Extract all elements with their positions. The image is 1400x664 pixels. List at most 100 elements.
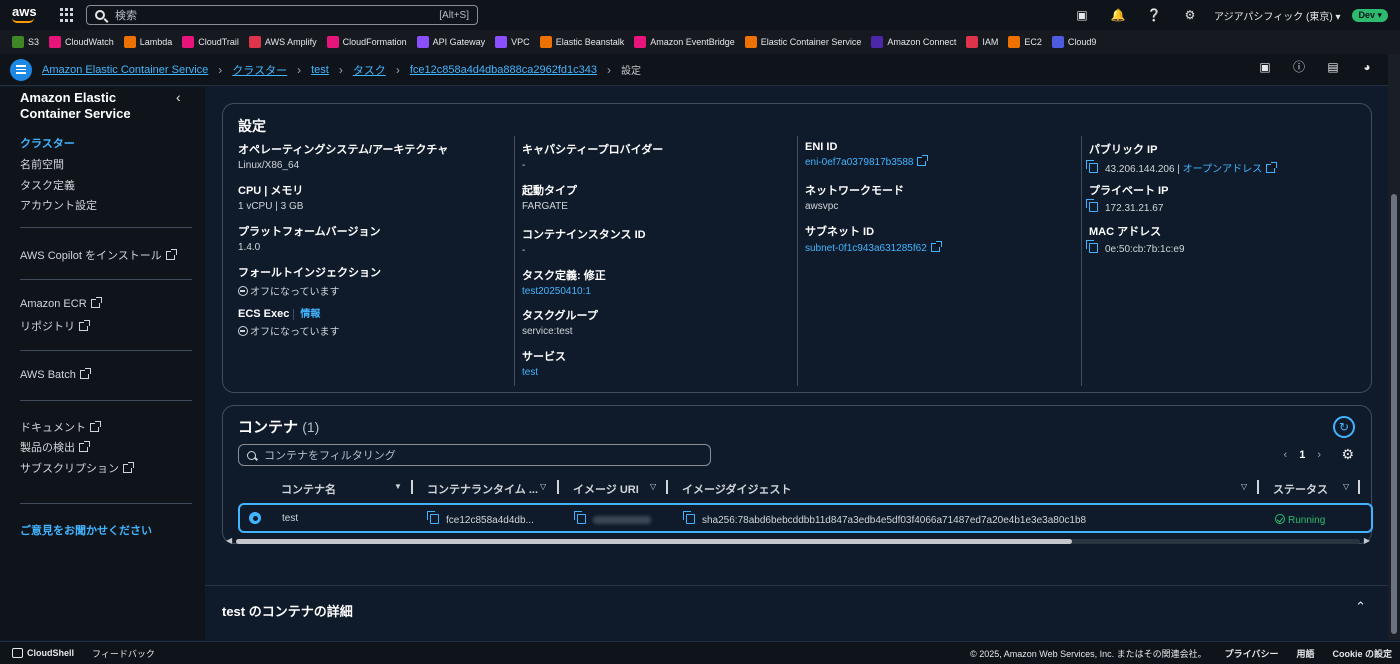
sidebar-item-clusters[interactable]: クラスター	[20, 135, 75, 151]
cookie-settings-link[interactable]: Cookie の設定	[1332, 647, 1392, 660]
close-sidebar-icon[interactable]: ‹	[176, 89, 181, 105]
column-header-status[interactable]: ステータス ▽	[1273, 481, 1349, 497]
container-details-panel[interactable]: test のコンテナの詳細 ⌃	[205, 585, 1388, 640]
favorite-aws-amplify[interactable]: AWS Amplify	[248, 36, 317, 48]
service-link[interactable]: test	[522, 367, 566, 378]
breadcrumb-ecs[interactable]: Amazon Elastic Container Service	[42, 64, 208, 76]
favorite-vpc[interactable]: VPC	[495, 36, 530, 48]
favorite-amazon-eventbridge[interactable]: Amazon EventBridge	[634, 36, 735, 48]
aws-logo[interactable]: aws	[12, 5, 38, 23]
breadcrumb: Amazon Elastic Container Service › クラスター…	[42, 62, 641, 78]
eni-link[interactable]: eni-0ef7a0379817b3588	[805, 157, 913, 168]
page-scroll-thumb[interactable]	[1391, 194, 1397, 634]
favorite-lambda[interactable]: Lambda	[123, 36, 172, 48]
task-definition-link[interactable]: test20250410:1	[522, 286, 606, 297]
history-icon[interactable]: ◕	[1360, 60, 1374, 74]
favorite-ec2[interactable]: EC2	[1008, 36, 1042, 48]
favorite-cloud9[interactable]: Cloud9	[1051, 36, 1096, 48]
favorite-elastic-container-service[interactable]: Elastic Container Service	[744, 36, 861, 48]
column-header-runtime[interactable]: コンテナランタイム ... ▽	[427, 481, 546, 497]
terms-link[interactable]: 用語	[1296, 647, 1314, 660]
sidebar-item-ecr[interactable]: Amazon ECR	[20, 297, 102, 310]
favorite-api-gateway[interactable]: API Gateway	[416, 36, 485, 48]
open-address-link[interactable]: オープンアドレス	[1183, 164, 1262, 175]
column-divider[interactable]	[1358, 480, 1360, 494]
copy-icon[interactable]	[574, 511, 586, 524]
scroll-left-icon[interactable]: ◀	[226, 536, 232, 545]
scroll-right-icon[interactable]: ▶	[1364, 536, 1370, 545]
copy-icon[interactable]	[1086, 160, 1098, 173]
horizontal-scrollbar[interactable]: ◀ ▶	[226, 536, 1370, 545]
breadcrumb-cluster-test[interactable]: test	[311, 64, 329, 76]
favorites-bar: S3 CloudWatch Lambda CloudTrail AWS Amplify C…	[0, 30, 1400, 54]
row-select-radio[interactable]	[249, 512, 261, 524]
notifications-bell-icon[interactable]: 🔔	[1100, 8, 1136, 22]
copy-icon[interactable]	[1086, 199, 1098, 212]
service-icon	[1008, 36, 1021, 48]
side-nav-toggle-button[interactable]	[10, 58, 32, 81]
copy-icon[interactable]	[683, 511, 695, 524]
account-menu[interactable]: Dev ▾	[1352, 8, 1388, 22]
sidebar-item-discover-products[interactable]: 製品の検出	[20, 439, 90, 455]
favorite-label: AWS Amplify	[264, 37, 317, 47]
column-divider[interactable]	[411, 480, 413, 494]
sidebar-item-repositories[interactable]: リポジトリ	[20, 318, 90, 334]
external-link-icon	[79, 368, 91, 379]
services-menu-icon[interactable]	[60, 8, 74, 22]
favorite-cloudformation[interactable]: CloudFormation	[326, 36, 407, 48]
footer-feedback-link[interactable]: フィードバック	[92, 647, 155, 660]
help-icon[interactable]: ❔	[1136, 8, 1172, 22]
sidebar-item-subscriptions[interactable]: サブスクリプション	[20, 460, 134, 476]
column-header-image-digest[interactable]: イメージダイジェスト	[682, 481, 792, 497]
copy-icon[interactable]	[1086, 240, 1098, 253]
region-selector[interactable]: アジアパシフィック (東京) ▾	[1214, 8, 1340, 23]
panel-icon[interactable]: ▣	[1258, 60, 1272, 74]
copy-icon[interactable]	[427, 511, 439, 524]
cloudshell-button[interactable]: CloudShell	[12, 648, 74, 658]
eni-label: ENI ID	[805, 141, 838, 153]
favorite-amazon-connect[interactable]: Amazon Connect	[871, 36, 956, 48]
favorite-cloudwatch[interactable]: CloudWatch	[49, 36, 114, 48]
scroll-thumb[interactable]	[236, 539, 1072, 544]
next-page-icon[interactable]: ›	[1317, 449, 1321, 461]
table-row[interactable]: test fce12c858a4d4db... sha256:78abd6beb…	[238, 503, 1373, 533]
page-scrollbar[interactable]	[1388, 54, 1400, 640]
subnet-link[interactable]: subnet-0f1c943a631285f62	[805, 243, 927, 254]
favorite-s3[interactable]: S3	[12, 36, 39, 48]
settings-gear-icon[interactable]: ⚙	[1172, 8, 1208, 22]
privacy-link[interactable]: プライバシー	[1225, 647, 1279, 660]
favorite-elastic-beanstalk[interactable]: Elastic Beanstalk	[539, 36, 624, 48]
ecs-exec-info-link[interactable]: 情報	[293, 309, 321, 320]
favorite-iam[interactable]: IAM	[966, 36, 998, 48]
sidebar-item-copilot[interactable]: AWS Copilot をインストール	[20, 247, 177, 263]
breadcrumb-task-id[interactable]: fce12c858a4d4dba888ca2962fd1c343	[410, 64, 597, 76]
feedback-link[interactable]: ご意見をお聞かせください	[20, 522, 152, 538]
column-divider[interactable]	[666, 480, 668, 494]
chevron-up-icon[interactable]: ⌃	[1355, 599, 1366, 615]
breadcrumb-clusters[interactable]: クラスター	[232, 62, 287, 78]
sidebar-item-namespaces[interactable]: 名前空間	[20, 156, 64, 172]
search-input[interactable]: 検索 [Alt+S]	[86, 5, 478, 25]
page-number[interactable]: 1	[1299, 449, 1305, 461]
sidebar-item-account-settings[interactable]: アカウント設定	[20, 197, 97, 213]
service-icon	[326, 36, 339, 48]
sidebar-item-documentation[interactable]: ドキュメント	[20, 419, 101, 435]
column-divider[interactable]	[1257, 480, 1259, 494]
refresh-button[interactable]: ↻	[1333, 416, 1355, 438]
previous-page-icon[interactable]: ‹	[1284, 449, 1288, 461]
sidebar-item-task-definitions[interactable]: タスク定義	[20, 177, 75, 193]
notes-icon[interactable]: ▤	[1326, 60, 1340, 74]
table-preferences-gear-icon[interactable]: ⚙	[1341, 446, 1354, 463]
sidebar-item-batch[interactable]: AWS Batch	[20, 368, 91, 381]
container-filter-input[interactable]: コンテナをフィルタリング	[238, 444, 711, 466]
copilot-label: AWS Copilot をインストール	[20, 250, 162, 262]
cloudshell-icon[interactable]: ▣	[1064, 8, 1100, 22]
column-header-image-uri[interactable]: イメージ URI ▽	[573, 481, 656, 497]
breadcrumb-tasks[interactable]: タスク	[353, 62, 386, 78]
sidebar-title[interactable]: Amazon Elastic Container Service	[20, 90, 160, 122]
containers-panel: コンテナ (1) ↻ コンテナをフィルタリング ‹ 1 › ⚙ コンテナ名 ▼ コ…	[222, 405, 1373, 545]
column-header-name[interactable]: コンテナ名 ▼	[281, 481, 402, 497]
column-divider[interactable]	[557, 480, 559, 494]
info-icon[interactable]: ⓘ	[1292, 60, 1306, 74]
favorite-cloudtrail[interactable]: CloudTrail	[182, 36, 239, 48]
